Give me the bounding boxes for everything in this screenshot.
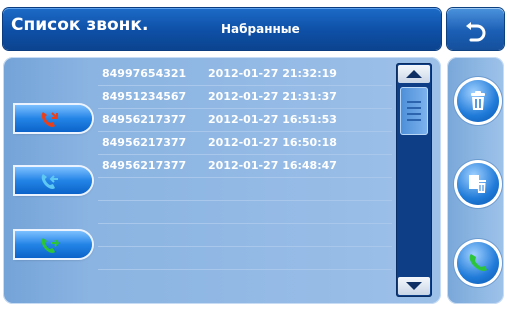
missed-call-icon	[41, 112, 58, 127]
call-row[interactable]	[98, 201, 392, 224]
call-datetime: 2012-01-27 16:51:53	[208, 113, 337, 126]
scroll-down-button[interactable]	[398, 277, 430, 295]
title-bar: Список звонк. Набранные	[3, 8, 441, 50]
call-row[interactable]: 84956217377 2012-01-27 16:51:53	[98, 109, 392, 132]
received-call-icon	[41, 174, 58, 189]
received-calls-button[interactable]	[15, 167, 92, 194]
back-button[interactable]	[447, 8, 504, 50]
call-number: 84997654321	[102, 67, 187, 80]
app-title: Список звонк.	[11, 15, 149, 35]
dialed-call-icon	[41, 238, 60, 253]
call-datetime: 2012-01-27 16:50:18	[208, 136, 337, 149]
scroll-up-button[interactable]	[398, 65, 430, 83]
call-row[interactable]	[98, 224, 392, 247]
call-button[interactable]	[457, 242, 499, 284]
call-number: 84956217377	[102, 159, 187, 172]
call-list: 84997654321 2012-01-27 21:32:19 84951234…	[98, 63, 392, 298]
call-row[interactable]: 84956217377 2012-01-27 16:48:47	[98, 155, 392, 178]
back-arrow-icon	[466, 22, 486, 42]
arrow-down-icon	[406, 282, 422, 290]
call-number: 84956217377	[102, 113, 187, 126]
call-number: 84951234567	[102, 90, 187, 103]
call-datetime: 2012-01-27 21:31:37	[208, 90, 337, 103]
missed-calls-button[interactable]	[15, 105, 92, 132]
call-row[interactable]: 84997654321 2012-01-27 21:32:19	[98, 63, 392, 86]
dialed-calls-button[interactable]	[15, 231, 92, 258]
delete-button[interactable]	[457, 80, 499, 122]
list-scrollbar[interactable]	[396, 63, 432, 297]
delete-all-button[interactable]	[457, 163, 499, 205]
list-title: Набранные	[221, 22, 300, 36]
call-row[interactable]: 84951234567 2012-01-27 21:31:37	[98, 86, 392, 109]
delete-all-icon	[469, 175, 486, 193]
call-row[interactable]: 84956217377 2012-01-27 16:50:18	[98, 132, 392, 155]
scroll-thumb[interactable]	[400, 87, 428, 135]
call-row[interactable]	[98, 247, 392, 270]
phone-call-icon	[469, 254, 487, 271]
call-datetime: 2012-01-27 16:48:47	[208, 159, 337, 172]
call-datetime: 2012-01-27 21:32:19	[208, 67, 337, 80]
call-number: 84956217377	[102, 136, 187, 149]
call-row[interactable]	[98, 178, 392, 201]
call-row[interactable]	[98, 270, 392, 293]
trash-icon	[471, 91, 485, 110]
arrow-up-icon	[406, 70, 422, 78]
